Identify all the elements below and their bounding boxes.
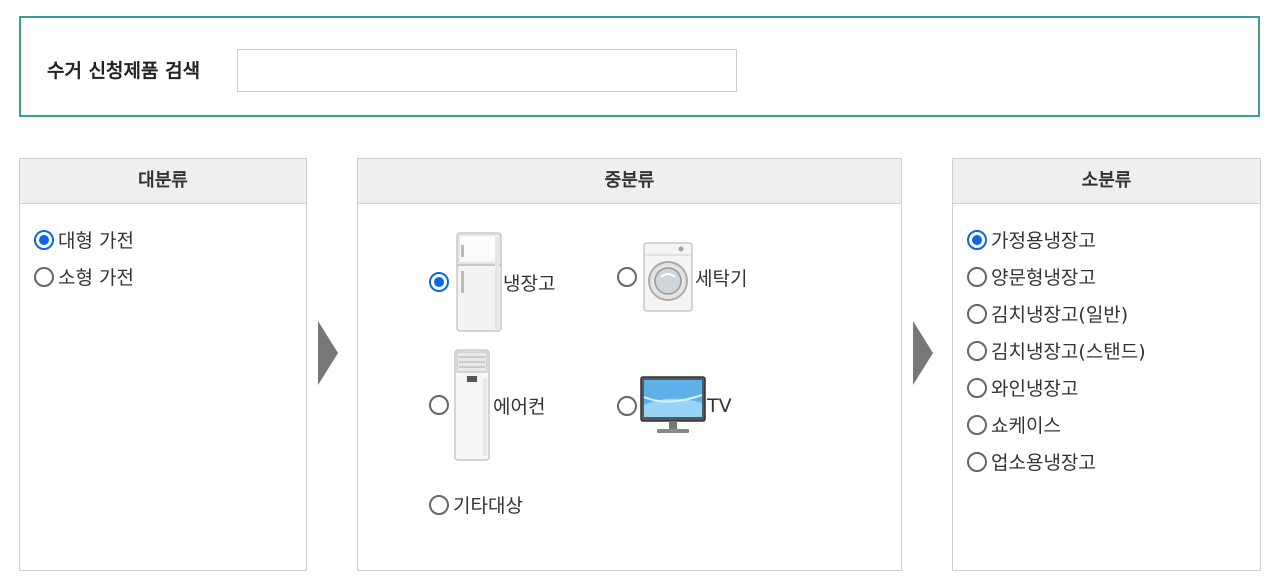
radio-button[interactable] [429, 395, 449, 415]
search-label: 수거 신청제품 검색 [47, 60, 201, 82]
search-input[interactable] [237, 49, 737, 92]
radio-button[interactable] [429, 272, 449, 292]
radio-button[interactable] [34, 229, 54, 250]
middle-option-other[interactable]: 기타대상 [429, 486, 523, 523]
radio-button[interactable] [967, 266, 987, 287]
major-category-panel: 대분류 대형 가전 소형 가전 [19, 158, 307, 571]
minor-option-side-by-side[interactable]: 양문형냉장고 [967, 258, 1260, 295]
radio-button[interactable] [967, 414, 987, 435]
option-label: 김치냉장고(스탠드) [991, 341, 1146, 363]
middle-category-title: 중분류 [358, 159, 901, 204]
option-label: TV [707, 395, 732, 417]
option-label: 냉장고 [503, 272, 556, 295]
option-label: 대형 가전 [58, 230, 134, 252]
minor-category-title: 소분류 [953, 159, 1260, 204]
middle-category-panel: 중분류 냉장고 세탁기 에어컨 TV 기타대상 [357, 158, 902, 571]
tv-icon [640, 376, 706, 433]
option-label: 와인냉장고 [991, 378, 1079, 400]
option-label: 에어컨 [493, 395, 546, 418]
major-option-large-appliance[interactable]: 대형 가전 [34, 221, 306, 258]
arrow-right-icon [318, 321, 338, 385]
option-label: 김치냉장고(일반) [991, 304, 1129, 326]
minor-option-kimchi-general[interactable]: 김치냉장고(일반) [967, 295, 1260, 332]
radio-button[interactable] [967, 451, 987, 472]
radio-button[interactable] [617, 267, 637, 287]
option-label: 기타대상 [453, 495, 523, 517]
radio-button[interactable] [967, 303, 987, 324]
minor-option-wine[interactable]: 와인냉장고 [967, 369, 1260, 406]
search-panel: 수거 신청제품 검색 [19, 16, 1260, 117]
refrigerator-icon [456, 232, 502, 332]
middle-option-tv[interactable]: TV [617, 375, 732, 437]
major-category-title: 대분류 [20, 159, 306, 204]
major-option-small-appliance[interactable]: 소형 가전 [34, 258, 306, 295]
minor-option-kimchi-stand[interactable]: 김치냉장고(스탠드) [967, 332, 1260, 369]
option-label: 쇼케이스 [991, 415, 1061, 437]
radio-button[interactable] [617, 396, 637, 416]
option-label: 양문형냉장고 [991, 267, 1096, 289]
radio-button[interactable] [967, 377, 987, 398]
washing-machine-icon [643, 242, 693, 312]
air-conditioner-icon [454, 349, 490, 461]
middle-option-air-conditioner[interactable]: 에어컨 [429, 348, 545, 462]
option-label: 세탁기 [695, 267, 748, 290]
arrow-right-icon [913, 321, 933, 385]
radio-button[interactable] [967, 229, 987, 250]
option-label: 업소용냉장고 [991, 452, 1096, 474]
radio-button[interactable] [34, 266, 54, 287]
option-label: 소형 가전 [58, 267, 134, 289]
minor-option-home-refrigerator[interactable]: 가정용냉장고 [967, 221, 1260, 258]
minor-option-showcase[interactable]: 쇼케이스 [967, 406, 1260, 443]
option-label: 가정용냉장고 [991, 230, 1096, 252]
radio-button[interactable] [429, 494, 449, 515]
minor-category-panel: 소분류 가정용냉장고 양문형냉장고 김치냉장고(일반) 김치냉장고(스탠드) 와… [952, 158, 1261, 571]
middle-option-washing-machine[interactable]: 세탁기 [617, 241, 747, 313]
middle-option-refrigerator[interactable]: 냉장고 [429, 231, 555, 333]
minor-option-commercial[interactable]: 업소용냉장고 [967, 443, 1260, 480]
radio-button[interactable] [967, 340, 987, 361]
